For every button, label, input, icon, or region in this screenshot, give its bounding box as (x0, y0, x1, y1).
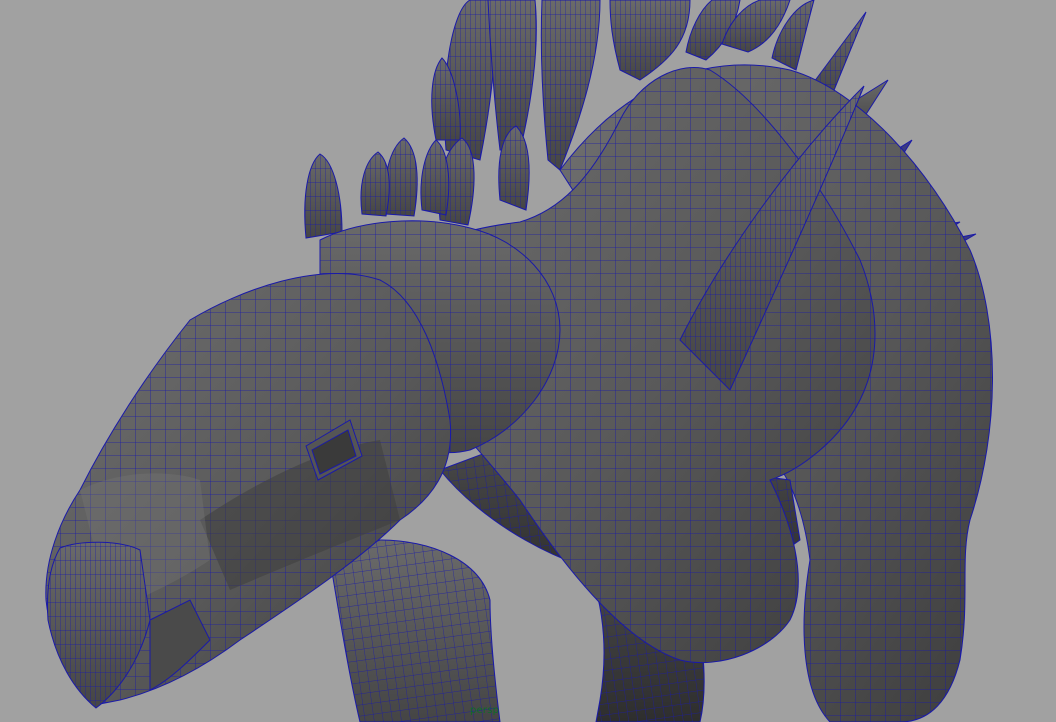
scene-canvas[interactable] (0, 0, 1056, 722)
camera-label: persp (470, 705, 500, 716)
leg-front (329, 539, 501, 722)
viewport-panel[interactable]: persp (0, 0, 1056, 722)
